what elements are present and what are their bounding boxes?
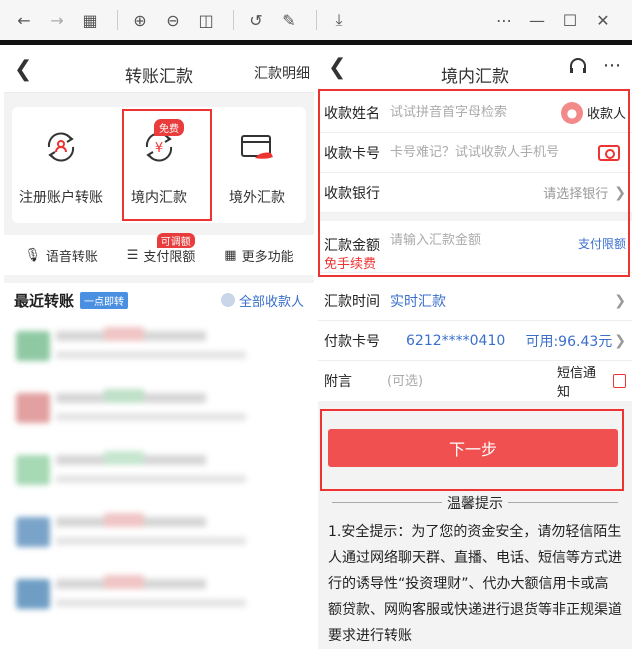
back-arrow-icon[interactable]: ← xyxy=(10,6,38,34)
blurred-text xyxy=(104,451,144,465)
note-row: 附言 短信通知 xyxy=(318,361,632,401)
remit-time-label: 汇款时间 xyxy=(324,293,380,310)
remittance-detail-link[interactable]: 汇款明细 xyxy=(254,63,310,83)
blurred-text xyxy=(56,351,246,359)
forward-arrow-icon[interactable]: → xyxy=(43,6,71,34)
card-overseas-remittance[interactable]: 境外汇款 xyxy=(208,107,306,223)
avatar xyxy=(16,517,50,547)
domestic-remittance-screen: ❮ 境内汇款 ⋯ 收款姓名 ● 收款人 收款卡号 收款银行 请选择银行 ❯ 汇款… xyxy=(318,45,632,669)
next-button-area: 下一步 xyxy=(318,401,632,493)
remit-time-row[interactable]: 汇款时间 实时汇款 ❯ xyxy=(318,281,632,321)
list-item[interactable] xyxy=(4,441,314,503)
list-item[interactable] xyxy=(4,503,314,565)
divider xyxy=(4,275,314,283)
sms-label: 短信通知 xyxy=(556,366,596,400)
available-balance: 可用:96.43元 xyxy=(525,333,613,350)
sliders-icon: ☰ xyxy=(126,247,139,263)
tips-body: 1.安全提示：为了您的资金安全，请勿轻信陌生人通过网络聊天群、直播、电话、短信等… xyxy=(328,524,622,644)
headset-icon[interactable] xyxy=(568,57,588,82)
zoom-out-icon[interactable]: ⊖ xyxy=(159,6,187,34)
blurred-text xyxy=(104,575,144,589)
sms-checkbox[interactable] xyxy=(612,374,626,388)
zoom-in-icon[interactable]: ⊕ xyxy=(126,6,154,34)
quick-label: 语音转账 xyxy=(45,249,98,265)
highlight-box xyxy=(320,409,624,491)
edit-icon[interactable]: ✎ xyxy=(275,6,303,34)
tips-section: 温馨提示 1.安全提示：为了您的资金安全，请勿轻信陌生人通过网络聊天群、直播、电… xyxy=(318,493,632,649)
transfer-cards-area: 注册账户转账 ¥ 免费 境内汇款 境外汇款 xyxy=(4,93,314,235)
remit-time-value: 实时汇款 xyxy=(390,293,446,310)
pay-card-number: 6212****0410 xyxy=(406,332,506,349)
blurred-text xyxy=(104,513,144,527)
blurred-text xyxy=(104,389,144,403)
close-icon[interactable]: ✕ xyxy=(589,6,617,34)
quick-label: 更多功能 xyxy=(241,249,294,265)
more-icon[interactable]: ⋯ xyxy=(603,55,622,76)
maximize-icon[interactable]: ☐ xyxy=(556,6,584,34)
recent-title: 最近转账 xyxy=(14,291,75,310)
quick-actions: 🎙 语音转账 ☰ 支付限额 可调额 ▦ 更多功能 xyxy=(4,232,314,275)
download-icon[interactable]: ⤓ xyxy=(325,6,353,34)
toolbar-separator xyxy=(233,10,234,30)
voice-transfer[interactable]: 🎙 语音转账 xyxy=(24,246,98,265)
all-payees-link[interactable]: 全部收款人 xyxy=(220,291,304,310)
tips-header: 温馨提示 xyxy=(328,493,622,519)
fit-page-icon[interactable]: ◫ xyxy=(192,6,220,34)
person-icon xyxy=(220,293,235,307)
card-label: 注册账户转账 xyxy=(19,190,103,206)
avatar xyxy=(16,579,50,609)
chevron-right-icon: ❯ xyxy=(614,332,626,349)
blurred-text xyxy=(56,599,246,607)
card-label: 境外汇款 xyxy=(229,190,285,206)
blurred-text xyxy=(56,475,246,483)
apps-icon: ▦ xyxy=(224,247,237,263)
quick-label: 支付限额 xyxy=(143,249,196,265)
more-icon[interactable]: ⋯ xyxy=(490,6,518,34)
avatar xyxy=(16,331,50,361)
highlight-box xyxy=(318,89,630,277)
blurred-text xyxy=(56,537,246,545)
recent-transfers-header: 最近转账 一点即转 全部收款人 xyxy=(4,283,314,317)
account-transfer-icon xyxy=(41,127,81,167)
window-controls: ⋯ — ☐ ✕ xyxy=(490,6,622,34)
adjustable-badge: 可调额 xyxy=(156,232,195,248)
tips-title: 温馨提示 xyxy=(447,496,503,512)
avatar xyxy=(16,393,50,423)
tips-divider-line xyxy=(332,502,442,503)
toolbar-separator xyxy=(117,10,118,30)
tips-divider-line xyxy=(508,502,618,503)
blurred-text xyxy=(56,413,246,421)
note-label: 附言 xyxy=(324,374,352,390)
payment-limit[interactable]: ☰ 支付限额 可调额 xyxy=(126,232,196,265)
avatar xyxy=(16,455,50,485)
list-item[interactable] xyxy=(4,565,314,627)
overseas-card-icon xyxy=(237,127,277,167)
list-item[interactable] xyxy=(4,379,314,441)
highlight-box xyxy=(122,109,212,221)
chevron-right-icon: ❯ xyxy=(614,292,626,309)
microphone-icon: 🎙 xyxy=(24,247,41,263)
one-tap-tag: 一点即转 xyxy=(80,291,129,309)
left-header: ❮ 转账汇款 汇款明细 xyxy=(4,45,314,93)
minimize-icon[interactable]: — xyxy=(523,6,551,34)
grid-icon[interactable]: ▦ xyxy=(76,6,104,34)
pay-card-label: 付款卡号 xyxy=(324,333,380,350)
more-functions[interactable]: ▦ 更多功能 xyxy=(224,246,293,265)
card-registered-transfer[interactable]: 注册账户转账 xyxy=(12,107,110,223)
toolbar-separator xyxy=(316,10,317,30)
browser-toolbar: ← → ▦ ⊕ ⊖ ◫ ↺ ✎ ⤓ ⋯ — ☐ ✕ xyxy=(0,0,632,40)
blurred-text xyxy=(104,327,144,341)
rotate-icon[interactable]: ↺ xyxy=(242,6,270,34)
all-payees-label: 全部收款人 xyxy=(238,294,304,310)
note-input[interactable] xyxy=(386,373,557,389)
right-header: ❮ 境内汇款 ⋯ xyxy=(318,45,632,93)
list-item[interactable] xyxy=(4,317,314,379)
pay-card-row[interactable]: 付款卡号 6212****0410 可用:96.43元 ❯ xyxy=(318,321,632,361)
transfer-home-screen: ❮ 转账汇款 汇款明细 注册账户转账 ¥ 免费 境内汇款 境外汇款 🎙 语音转账… xyxy=(4,45,314,669)
